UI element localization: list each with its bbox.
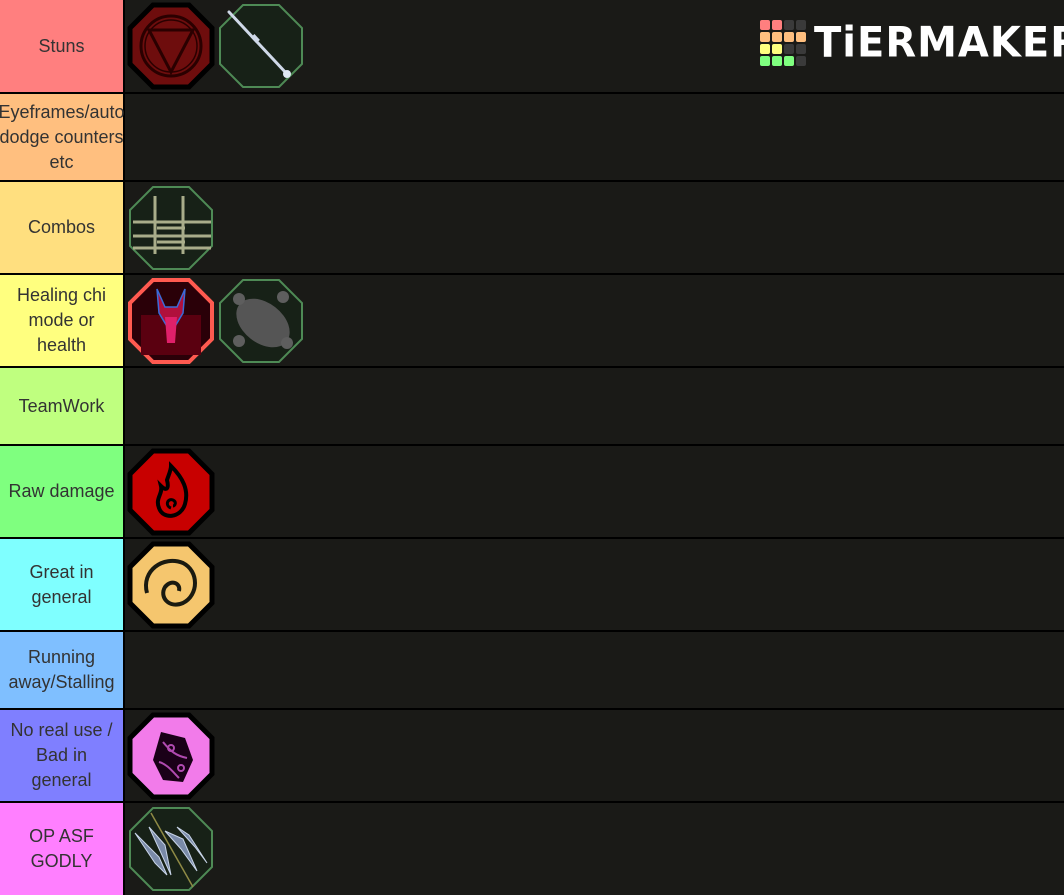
- tier-label[interactable]: Raw damage: [0, 446, 123, 537]
- logo-text: TiERMAKER: [814, 18, 1064, 68]
- tier-items-dropzone[interactable]: [125, 710, 1064, 801]
- tier-label[interactable]: Healing chi mode or health: [0, 275, 123, 366]
- tier-item[interactable]: [126, 447, 216, 537]
- tier-items-dropzone[interactable]: [125, 446, 1064, 537]
- tier-item[interactable]: [126, 804, 216, 894]
- logo-grid-cell: [760, 32, 770, 42]
- logo-grid-cell: [772, 44, 782, 54]
- logo-grid-cell: [796, 20, 806, 30]
- tier-row: OP ASF GODLY: [0, 803, 1064, 895]
- tier-item[interactable]: [216, 1, 306, 91]
- tier-items-dropzone[interactable]: [125, 539, 1064, 630]
- tier-label[interactable]: Eyeframes/auto dodge counters etc: [0, 94, 125, 180]
- tier-item[interactable]: [126, 711, 216, 801]
- logo-grid-cell: [772, 56, 782, 66]
- tier-items-dropzone[interactable]: [125, 632, 1064, 708]
- logo-grid-cell: [760, 20, 770, 30]
- tier-item[interactable]: [126, 1, 216, 91]
- logo-grid-cell: [772, 32, 782, 42]
- tier-label[interactable]: OP ASF GODLY: [0, 803, 123, 895]
- logo-grid-cell: [784, 56, 794, 66]
- red-demon-avatar-icon: [128, 277, 214, 364]
- tier-label[interactable]: Stuns: [0, 0, 123, 92]
- fire-flame-icon: [127, 448, 215, 535]
- tier-label[interactable]: No real use / Bad in general: [0, 710, 123, 801]
- tier-items-dropzone[interactable]: [125, 803, 1064, 895]
- logo-grid-icon: [760, 20, 806, 66]
- tier-label[interactable]: Running away/Stalling: [0, 632, 123, 708]
- tier-items-dropzone[interactable]: [125, 275, 1064, 366]
- tier-row: Combos: [0, 182, 1064, 273]
- tier-row: TeamWork: [0, 368, 1064, 444]
- tier-row: Healing chi mode or health: [0, 275, 1064, 366]
- tier-row: Raw damage: [0, 446, 1064, 537]
- logo-grid-cell: [784, 32, 794, 42]
- tier-row: No real use / Bad in general: [0, 710, 1064, 801]
- logo-grid-cell: [784, 44, 794, 54]
- tier-item[interactable]: [126, 276, 216, 366]
- logo-grid-cell: [784, 20, 794, 30]
- tier-row: Eyeframes/auto dodge counters etc: [0, 94, 1064, 180]
- tier-board: Stuns Eyeframes/auto dodge counters etc Co…: [0, 0, 1064, 895]
- logo-grid-cell: [796, 32, 806, 42]
- bamboo-cage-icon: [129, 185, 213, 270]
- tier-label[interactable]: Combos: [0, 182, 123, 273]
- logo-grid-cell: [796, 44, 806, 54]
- tier-row: Running away/Stalling: [0, 632, 1064, 708]
- tier-label[interactable]: TeamWork: [0, 368, 123, 444]
- gray-turtle-icon: [219, 278, 303, 363]
- pink-crystal-icon: [127, 712, 215, 799]
- tier-row: Great in general: [0, 539, 1064, 630]
- red-triangle-circle-icon: [127, 2, 215, 90]
- tier-item[interactable]: [216, 276, 306, 366]
- tier-item[interactable]: [126, 540, 216, 630]
- logo-grid-cell: [772, 20, 782, 30]
- logo-grid-cell: [760, 44, 770, 54]
- tier-items-dropzone[interactable]: [125, 182, 1064, 273]
- logo-grid-cell: [796, 56, 806, 66]
- tiermaker-logo: TiERMAKER: [760, 18, 1064, 68]
- twin-tridents-icon: [129, 807, 213, 891]
- logo-grid-cell: [760, 56, 770, 66]
- golden-spiral-icon: [127, 541, 215, 628]
- tier-items-dropzone[interactable]: [125, 94, 1064, 180]
- tier-item[interactable]: [126, 183, 216, 273]
- white-staff-icon: [219, 4, 303, 88]
- tier-items-dropzone[interactable]: [125, 368, 1064, 444]
- tier-label[interactable]: Great in general: [0, 539, 123, 630]
